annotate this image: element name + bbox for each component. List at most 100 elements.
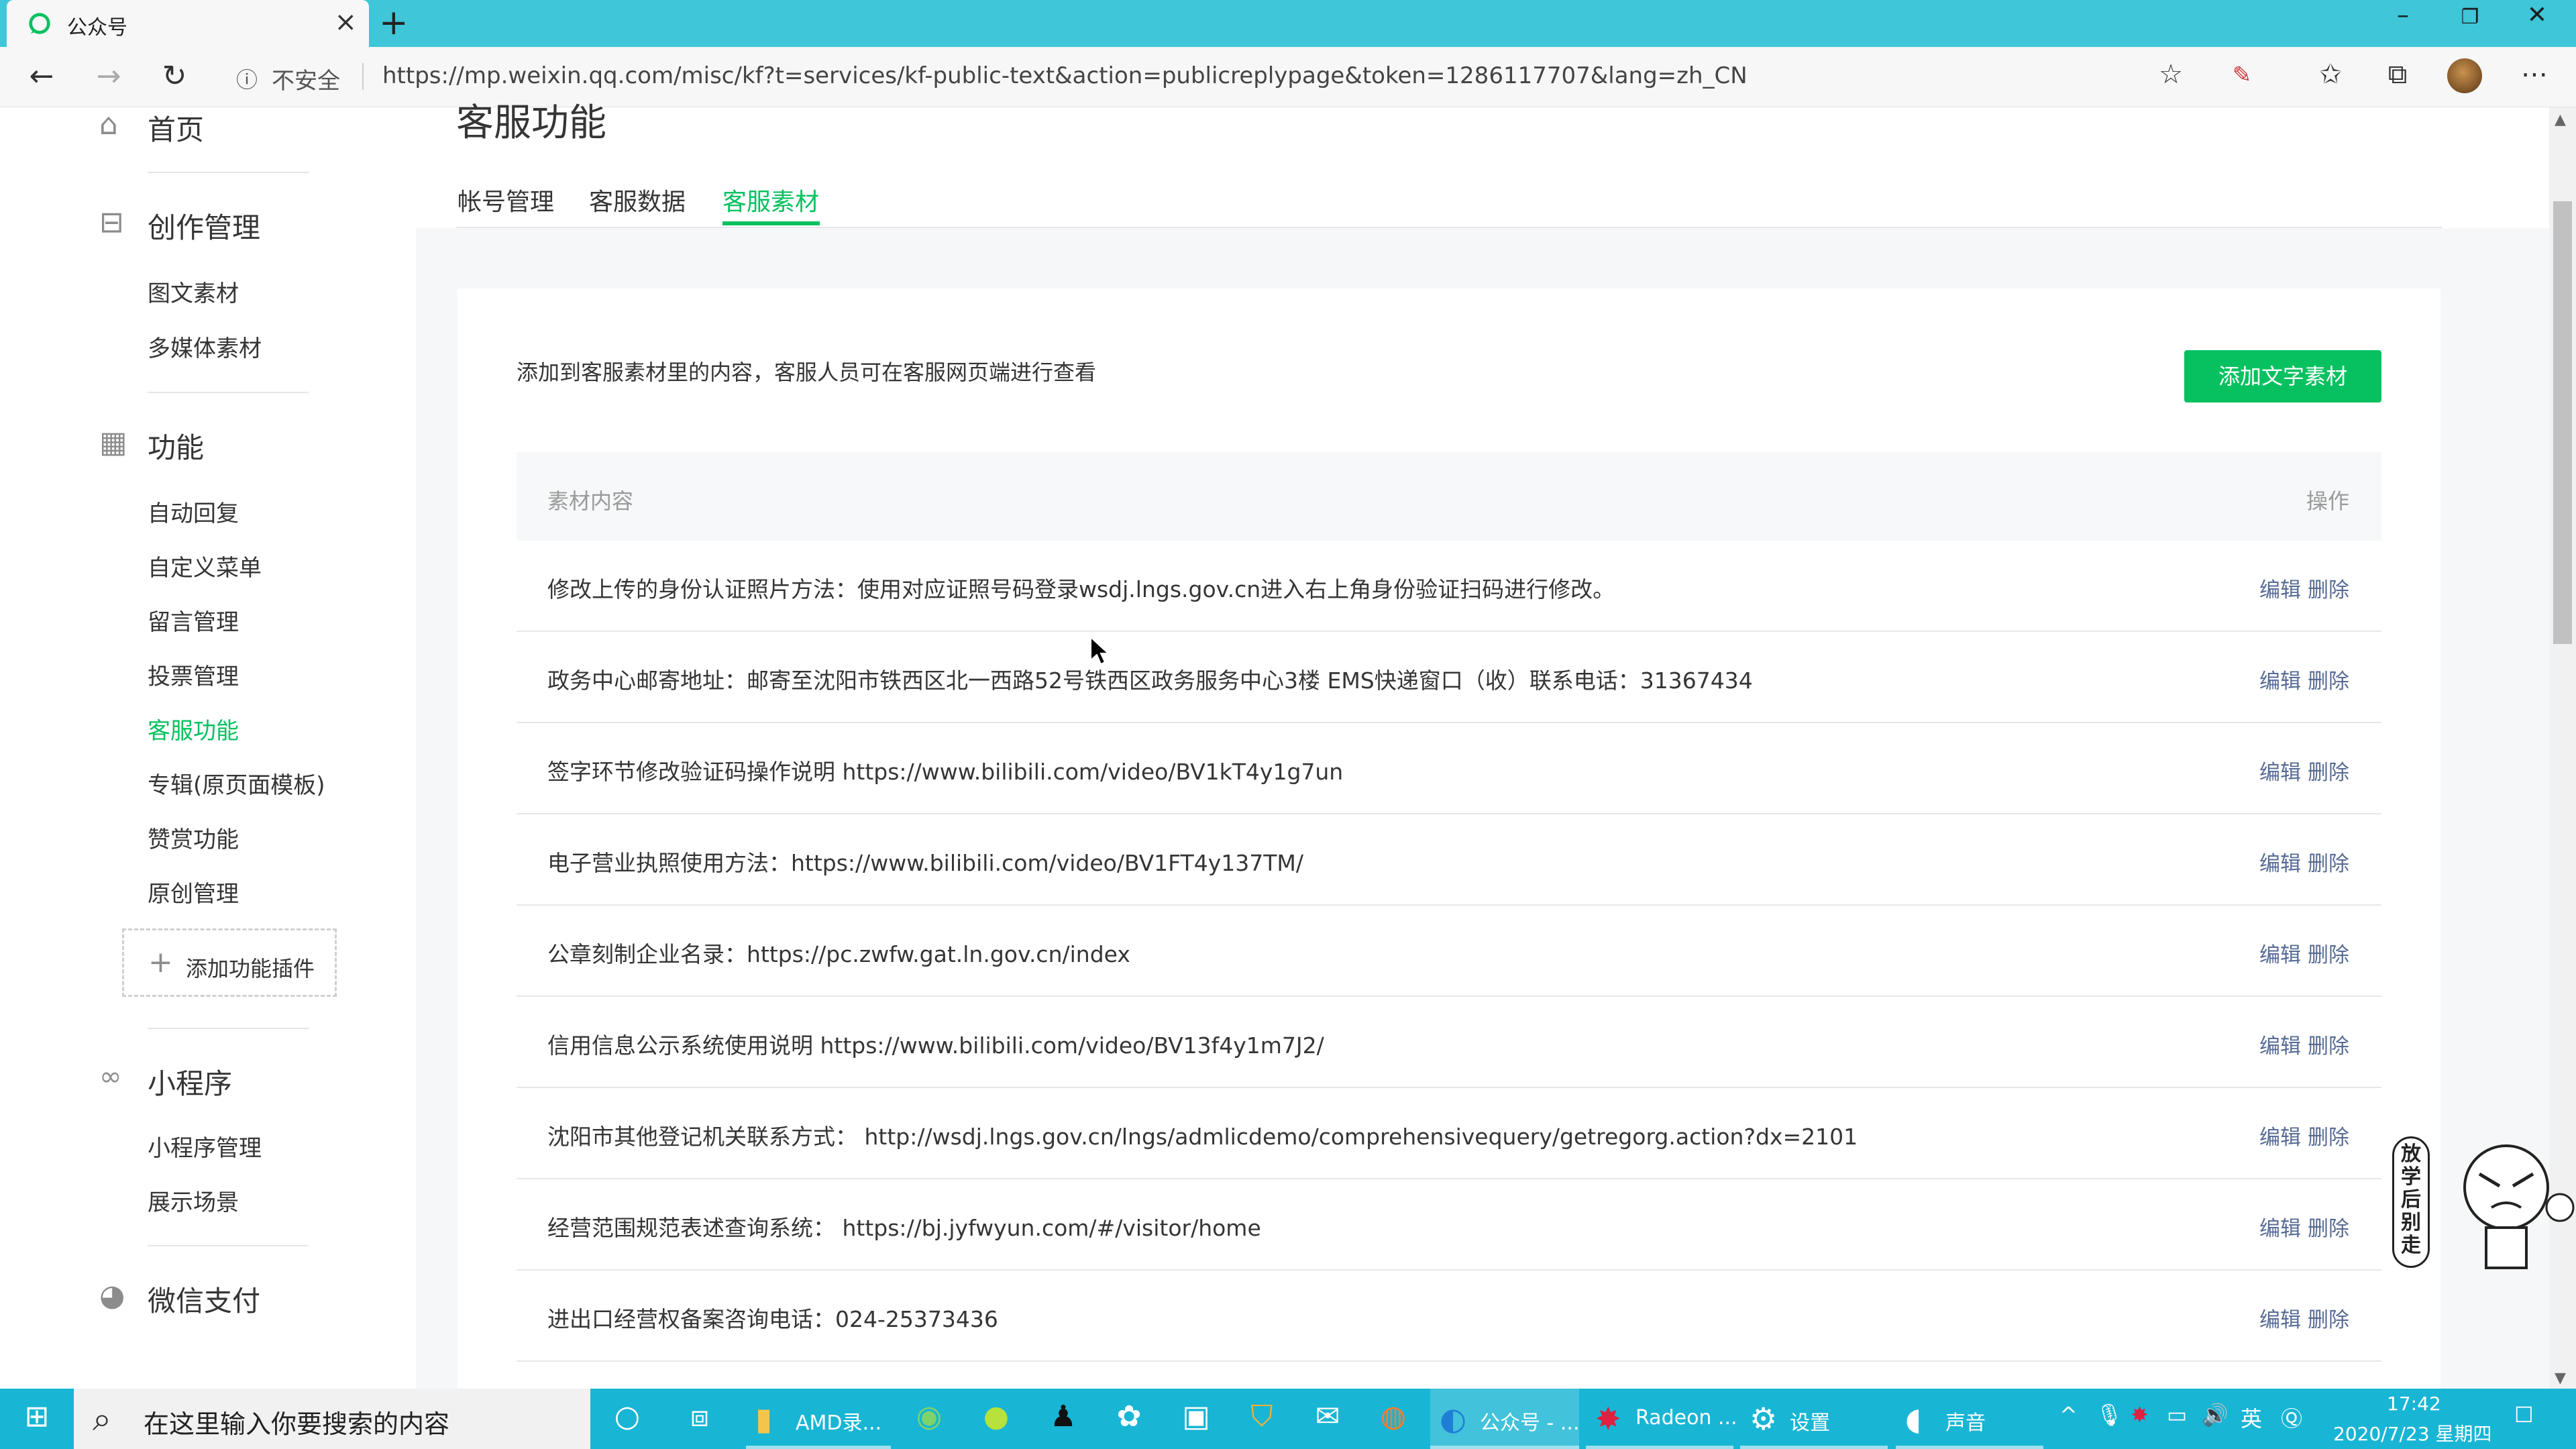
sidebar-item-votes[interactable]: 投票管理 <box>148 658 239 691</box>
add-text-material-button[interactable]: 添加文字素材 <box>2184 350 2381 402</box>
firefox-icon[interactable]: ◍ <box>1370 1399 1417 1434</box>
sidebar-item-news-material[interactable]: 图文素材 <box>148 275 239 308</box>
url-field[interactable]: https://mp.weixin.qq.com/misc/kf?t=servi… <box>382 62 1748 89</box>
refresh-icon[interactable]: ↻ <box>154 59 195 93</box>
tab-service-data[interactable]: 客服数据 <box>589 182 686 217</box>
taskbar-app-label: Radeon ... <box>1635 1406 1737 1430</box>
sidebar-home[interactable]: 首页 <box>148 107 204 148</box>
radeon-tray-icon[interactable]: ✸ <box>2131 1402 2149 1428</box>
card-description: 添加到客服素材里的内容，客服人员可在客服网页端进行查看 <box>517 360 1097 385</box>
sidebar-item-comments[interactable]: 留言管理 <box>148 604 239 637</box>
tab-account-manage[interactable]: 帐号管理 <box>458 182 554 217</box>
network-icon[interactable]: ▭ <box>2167 1402 2187 1428</box>
minimize-icon[interactable]: – <box>2383 1 2423 29</box>
microphone-icon[interactable]: 🎙 <box>2096 1402 2123 1428</box>
sidebar-item-display-scene[interactable]: 展示场景 <box>148 1184 239 1217</box>
clock-time[interactable]: 17:42 <box>2387 1393 2441 1415</box>
sidebar-divider <box>148 1245 309 1246</box>
table-row: 电子营业执照使用方法：https://www.bilibili.com/vide… <box>517 814 2381 906</box>
profile-avatar[interactable] <box>2447 58 2482 93</box>
tab-close-icon[interactable]: × <box>334 7 357 38</box>
sidebar-item-media-material[interactable]: 多媒体素材 <box>148 330 262 363</box>
forward-icon[interactable]: → <box>89 59 129 93</box>
sidebar-item-reward[interactable]: 赞赏功能 <box>148 821 239 854</box>
active-tab-indicator <box>722 221 820 225</box>
network-disk-icon[interactable]: ✿ <box>1106 1399 1152 1434</box>
app-icon[interactable]: ● <box>973 1399 1020 1434</box>
delete-link[interactable]: 删除 <box>2308 1029 2349 1059</box>
edit-link[interactable]: 编辑 <box>2259 573 2301 603</box>
edit-link[interactable]: 编辑 <box>2259 755 2301 786</box>
wechat-icon[interactable]: ◉ <box>906 1399 953 1434</box>
windows-start-icon[interactable]: ⊞ <box>13 1399 60 1434</box>
running-indicator <box>746 1446 891 1449</box>
favorite-star-icon[interactable]: ☆ <box>2151 59 2191 90</box>
browser-tab[interactable]: 公众号 × <box>7 0 369 47</box>
shield-icon[interactable]: ⛉ <box>1238 1399 1285 1434</box>
taskbar-app-amd-recording[interactable]: ▮ AMD录... <box>746 1389 891 1449</box>
store-icon[interactable]: ▣ <box>1173 1399 1220 1434</box>
cortana-icon[interactable]: ○ <box>604 1399 651 1434</box>
taskbar-app-label: 声音 <box>1945 1411 1986 1435</box>
volume-icon[interactable]: 🔊 <box>2202 1402 2229 1428</box>
scrollbar-thumb[interactable] <box>2553 201 2572 644</box>
mail-icon[interactable]: ✉ <box>1304 1399 1351 1434</box>
qq-tray-icon[interactable]: Ⓠ <box>2281 1402 2302 1433</box>
grid-icon: ▦ <box>99 425 127 460</box>
extension-icon[interactable]: ✎ <box>2222 62 2262 89</box>
speaker-icon: ◖ <box>1905 1401 1922 1437</box>
delete-link[interactable]: 删除 <box>2308 1212 2349 1242</box>
restore-icon[interactable]: ❐ <box>2450 5 2490 29</box>
delete-link[interactable]: 删除 <box>2308 1120 2349 1150</box>
scroll-up-icon[interactable]: ▲ <box>2555 111 2566 128</box>
delete-link[interactable]: 删除 <box>2308 1303 2349 1333</box>
edit-link[interactable]: 编辑 <box>2259 1212 2301 1242</box>
sidebar-item-customer-service[interactable]: 客服功能 <box>148 712 239 745</box>
edit-link[interactable]: 编辑 <box>2259 847 2301 877</box>
clock-date[interactable]: 2020/7/23 星期四 <box>2333 1419 2491 1446</box>
running-indicator <box>1740 1446 1888 1449</box>
sidebar-item-auto-reply[interactable]: 自动回复 <box>148 495 239 528</box>
sidebar-section-pay[interactable]: 微信支付 <box>148 1279 260 1320</box>
back-icon[interactable]: ← <box>21 59 62 93</box>
more-menu-icon[interactable]: ⋯ <box>2514 59 2555 90</box>
sidebar-item-miniprogram-manage[interactable]: 小程序管理 <box>148 1130 262 1163</box>
qq-icon[interactable]: ♟ <box>1040 1399 1087 1434</box>
table-row: 信用信息公示系统使用说明 https://www.bilibili.com/vi… <box>517 997 2381 1088</box>
link-icon: ∞ <box>99 1061 122 1092</box>
tray-expand-icon[interactable]: ^ <box>2059 1402 2078 1428</box>
taskbar-app-label: 公众号 - ... <box>1480 1411 1580 1435</box>
delete-link[interactable]: 删除 <box>2308 664 2349 694</box>
window-close-icon[interactable]: ✕ <box>2517 1 2557 29</box>
taskbar-app-edge-wechat[interactable]: ◐ 公众号 - ... <box>1430 1389 1580 1449</box>
edit-link[interactable]: 编辑 <box>2259 1120 2301 1150</box>
collections-icon[interactable]: ⧉ <box>2377 59 2418 90</box>
search-icon: ⌕ <box>93 1399 111 1438</box>
scroll-down-icon[interactable]: ▼ <box>2555 1370 2566 1387</box>
taskbar-app-radeon[interactable]: ✸ Radeon ... <box>1586 1389 1737 1449</box>
delete-link[interactable]: 删除 <box>2308 755 2349 786</box>
sidebar-item-original[interactable]: 原创管理 <box>148 875 239 908</box>
favorites-list-icon[interactable]: ✩ <box>2310 59 2351 90</box>
info-icon[interactable]: ⓘ <box>236 63 258 94</box>
edit-link[interactable]: 编辑 <box>2259 938 2301 968</box>
edit-link[interactable]: 编辑 <box>2259 1029 2301 1059</box>
new-tab-icon[interactable]: + <box>379 3 409 43</box>
add-plugin-button[interactable]: + 添加功能插件 <box>122 928 337 997</box>
taskbar-search-box[interactable]: ⌕ 在这里输入你要搜索的内容 <box>74 1389 590 1449</box>
taskbar-app-settings[interactable]: ⚙ 设置 <box>1740 1389 1888 1449</box>
delete-link[interactable]: 删除 <box>2308 573 2349 603</box>
notifications-icon[interactable]: ☐ <box>2514 1402 2534 1428</box>
sidebar-item-custom-menu[interactable]: 自定义菜单 <box>148 549 262 582</box>
security-label[interactable]: 不安全 <box>272 62 340 95</box>
tab-service-material[interactable]: 客服素材 <box>722 182 819 217</box>
ime-indicator[interactable]: 英 <box>2241 1402 2262 1433</box>
edit-link[interactable]: 编辑 <box>2259 1303 2301 1333</box>
sidebar-item-album[interactable]: 专辑(原页面模板) <box>148 767 325 800</box>
taskbar-app-sound[interactable]: ◖ 声音 <box>1896 1389 2043 1449</box>
delete-link[interactable]: 删除 <box>2308 847 2349 877</box>
task-view-icon[interactable]: ⧈ <box>676 1399 723 1434</box>
table-row: 公章刻制企业名录：https://pc.zwfw.gat.ln.gov.cn/i… <box>517 906 2381 997</box>
delete-link[interactable]: 删除 <box>2308 938 2349 968</box>
edit-link[interactable]: 编辑 <box>2259 664 2301 694</box>
